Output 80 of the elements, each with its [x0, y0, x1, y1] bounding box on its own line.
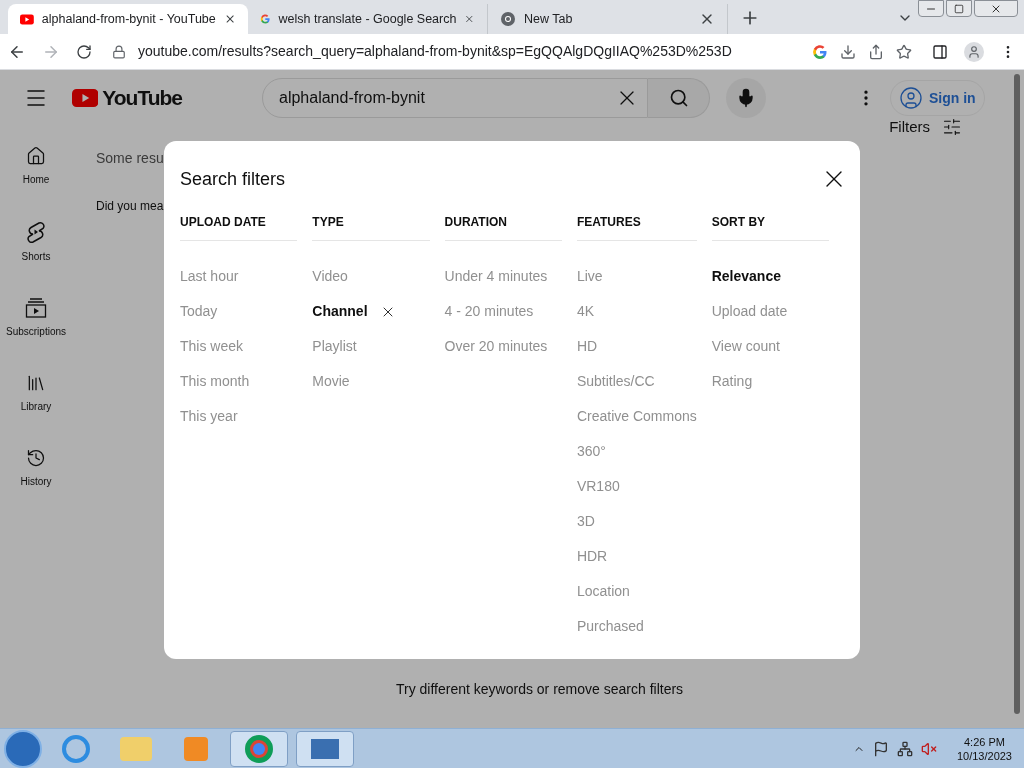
- close-window-button[interactable]: [974, 0, 1018, 17]
- start-button[interactable]: [4, 729, 42, 768]
- filter-option[interactable]: 4 - 20 minutes: [444, 301, 534, 322]
- browser-tab[interactable]: alphaland-from-bynit - YouTube: [8, 4, 248, 34]
- side-panel-icon[interactable]: [932, 43, 948, 60]
- tab-title: alphaland-from-bynit - YouTube: [41, 10, 216, 28]
- search-value: alphaland-from-bynit: [279, 88, 426, 108]
- shorts-icon: [26, 221, 46, 243]
- youtube-logo-icon: [72, 88, 99, 108]
- filter-option[interactable]: Over 20 minutes: [444, 336, 548, 357]
- filter-option[interactable]: Video: [312, 266, 348, 287]
- tab-title: New Tab: [524, 10, 574, 28]
- filter-option[interactable]: This week: [180, 336, 244, 357]
- filter-option[interactable]: Creative Commons: [576, 406, 697, 427]
- filter-option[interactable]: Rating: [711, 371, 753, 392]
- column-heading: TYPE: [312, 213, 430, 241]
- filter-option[interactable]: Relevance: [711, 266, 781, 287]
- share-icon[interactable]: [868, 43, 884, 60]
- filter-option[interactable]: Last hour: [180, 266, 239, 287]
- filter-option[interactable]: Live: [576, 266, 603, 287]
- filter-option[interactable]: 4K: [576, 301, 594, 322]
- column-heading: SORT BY: [711, 213, 829, 241]
- youtube-logo-text: YouTube: [102, 85, 182, 112]
- youtube-logo-icon: [20, 12, 34, 26]
- home-icon: [26, 146, 46, 166]
- volume-muted-icon[interactable]: [920, 740, 937, 757]
- filter-option[interactable]: Under 4 minutes: [444, 266, 548, 287]
- lock-icon: [112, 44, 126, 59]
- filters-button[interactable]: Filters: [889, 116, 962, 139]
- subscriptions-icon: [25, 298, 47, 318]
- sidebar-item[interactable]: Subscriptions: [0, 298, 72, 339]
- filter-option[interactable]: Playlist: [312, 336, 357, 357]
- history-icon: [26, 448, 46, 468]
- chrome-icon: [500, 11, 516, 27]
- sliders-icon: [942, 117, 962, 138]
- network-icon[interactable]: [896, 740, 913, 757]
- filter-option[interactable]: This year: [180, 406, 238, 427]
- bookmark-icon[interactable]: [896, 43, 912, 60]
- install-icon[interactable]: [840, 43, 856, 60]
- search-icon: [668, 88, 689, 108]
- sidebar-item[interactable]: Library: [0, 373, 72, 414]
- restore-icon: [954, 3, 964, 14]
- microphone-icon: [736, 88, 756, 108]
- filter-option[interactable]: 360°: [576, 441, 606, 462]
- profile-icon[interactable]: [964, 41, 984, 62]
- sidebar-item[interactable]: Home: [0, 146, 72, 187]
- filter-option[interactable]: Purchased: [576, 616, 644, 637]
- sidebar-item[interactable]: History: [0, 448, 72, 489]
- column-heading: UPLOAD DATE: [180, 213, 298, 241]
- filter-option[interactable]: Subtitles/CC: [576, 371, 655, 392]
- filter-option[interactable]: HDR: [576, 546, 608, 567]
- column-heading: FEATURES: [576, 213, 697, 241]
- tab-title: welsh translate - Google Search: [278, 10, 457, 28]
- filter-option[interactable]: Movie: [312, 371, 350, 392]
- chrome-taskbar-icon[interactable]: [230, 730, 288, 767]
- action-center-icon[interactable]: [872, 740, 889, 757]
- did-you-mean-text: Did you mea: [96, 198, 165, 215]
- minimize-button[interactable]: [918, 0, 944, 17]
- reload-icon[interactable]: [76, 43, 92, 60]
- filter-option[interactable]: Channel: [312, 301, 368, 322]
- empty-results-message: Try different keywords or remove search filters: [396, 680, 684, 699]
- restore-button[interactable]: [946, 0, 972, 17]
- filter-option[interactable]: View count: [711, 336, 780, 357]
- column-heading: DURATION: [444, 213, 562, 241]
- user-icon: [899, 86, 923, 110]
- filter-option[interactable]: HD: [576, 336, 598, 357]
- voice-search-button[interactable]: [726, 78, 766, 118]
- url-text: youtube.com/results?search_query=alphaland-from-bynit&sp=EgQQAlgDQgIIAQ%253D%253D: [138, 42, 733, 61]
- sidebar-item[interactable]: Shorts: [0, 221, 72, 264]
- search-button[interactable]: [648, 78, 710, 118]
- library-icon: [26, 373, 46, 393]
- filter-option[interactable]: Location: [576, 581, 630, 602]
- clock[interactable]: 4:26 PM 10/13/2023: [948, 734, 1020, 763]
- filter-option[interactable]: Today: [180, 301, 218, 322]
- filter-option[interactable]: This month: [180, 371, 250, 392]
- dialog-title: Search filters: [180, 167, 286, 191]
- filter-option[interactable]: 3D: [576, 511, 595, 532]
- results-notice: Some resu: [96, 149, 165, 168]
- filter-option[interactable]: VR180: [576, 476, 620, 497]
- filter-option[interactable]: Upload date: [711, 301, 788, 322]
